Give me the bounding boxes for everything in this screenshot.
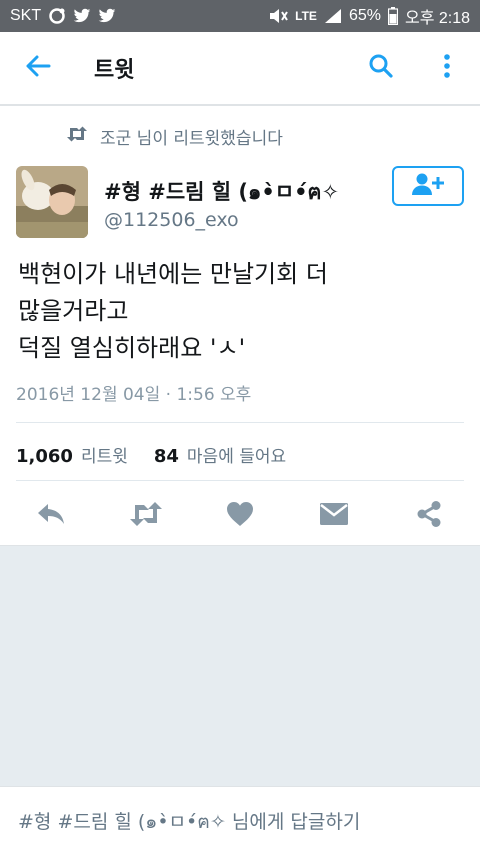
battery-percent: 65% [348, 7, 381, 24]
more-vertical-icon [443, 53, 451, 83]
twitter-bird-icon [98, 8, 116, 24]
reply-icon [36, 502, 66, 530]
share-icon [415, 500, 443, 532]
retweet-count[interactable]: 1,060 [16, 446, 73, 467]
add-user-icon [411, 172, 445, 200]
message-button[interactable] [304, 491, 364, 541]
retweet-count-label[interactable]: 리트윗 [81, 442, 128, 467]
clock: 오후 2:18 [404, 10, 470, 27]
tweet-timestamp: 2016년 12월 04일 · 1:56 오후 [16, 385, 252, 405]
like-button[interactable] [210, 491, 270, 541]
network-label: LTE [295, 9, 317, 23]
follow-button[interactable] [392, 166, 464, 206]
like-count-label[interactable]: 마음에 들어요 [187, 442, 286, 467]
divider [16, 422, 464, 423]
mute-icon [268, 7, 289, 25]
author-name[interactable]: #형 #드림 힐 (๑•̀ㅁ•́ฅ✧ [104, 176, 339, 209]
retweet-context-label: 조군 님이 리트윗했습니다 [100, 129, 283, 149]
author-handle[interactable]: @112506_exo [104, 209, 239, 231]
reply-button[interactable] [21, 491, 81, 541]
reply-placeholder: #형 #드림 힐 (๑•̀ㅁ•́ฅ✧ 님에게 답글하기 [18, 811, 361, 833]
retweet-icon [128, 502, 164, 530]
avatar[interactable] [16, 166, 88, 238]
page-title: 트윗 [94, 58, 135, 83]
message-icon [319, 502, 349, 530]
back-arrow-icon [25, 54, 51, 82]
retweet-context[interactable]: 조군 님이 리트윗했습니다 [66, 124, 283, 149]
carrier-label: SKT [10, 7, 42, 24]
status-bar-right: LTE 65% 오후 2:18 [268, 4, 470, 28]
divider [16, 480, 464, 481]
reply-input[interactable]: #형 #드림 힐 (๑•̀ㅁ•́ฅ✧ 님에게 답글하기 [0, 786, 480, 853]
twitter-bird-icon [73, 8, 91, 24]
back-button[interactable] [0, 31, 76, 105]
share-button[interactable] [399, 491, 459, 541]
like-heart-icon [226, 501, 254, 531]
tweet-detail: 조군 님이 리트윗했습니다 #형 #드림 힐 (๑•̀ㅁ•́ฅ✧ @112506… [0, 106, 480, 546]
status-bar-left: SKT [10, 7, 116, 25]
search-button[interactable] [348, 31, 414, 105]
retweet-small-icon [66, 126, 88, 147]
target-icon [48, 7, 66, 25]
app-bar: 트윗 [0, 32, 480, 106]
more-options-button[interactable] [414, 31, 480, 105]
battery-icon [387, 7, 398, 25]
tweet-stats: 1,060 리트윗 84 마음에 들어요 [16, 442, 286, 467]
search-icon [368, 53, 394, 83]
status-bar: SKT LTE 65% 오후 2:18 [0, 0, 480, 32]
signal-icon [324, 8, 342, 24]
tweet-actions [0, 490, 480, 542]
tweet-text: 백현이가 내년에는 만날기회 더 많을거라고 덕질 열심히하래요 'ㅅ' [18, 260, 328, 362]
like-count[interactable]: 84 [154, 446, 179, 467]
retweet-button[interactable] [116, 491, 176, 541]
